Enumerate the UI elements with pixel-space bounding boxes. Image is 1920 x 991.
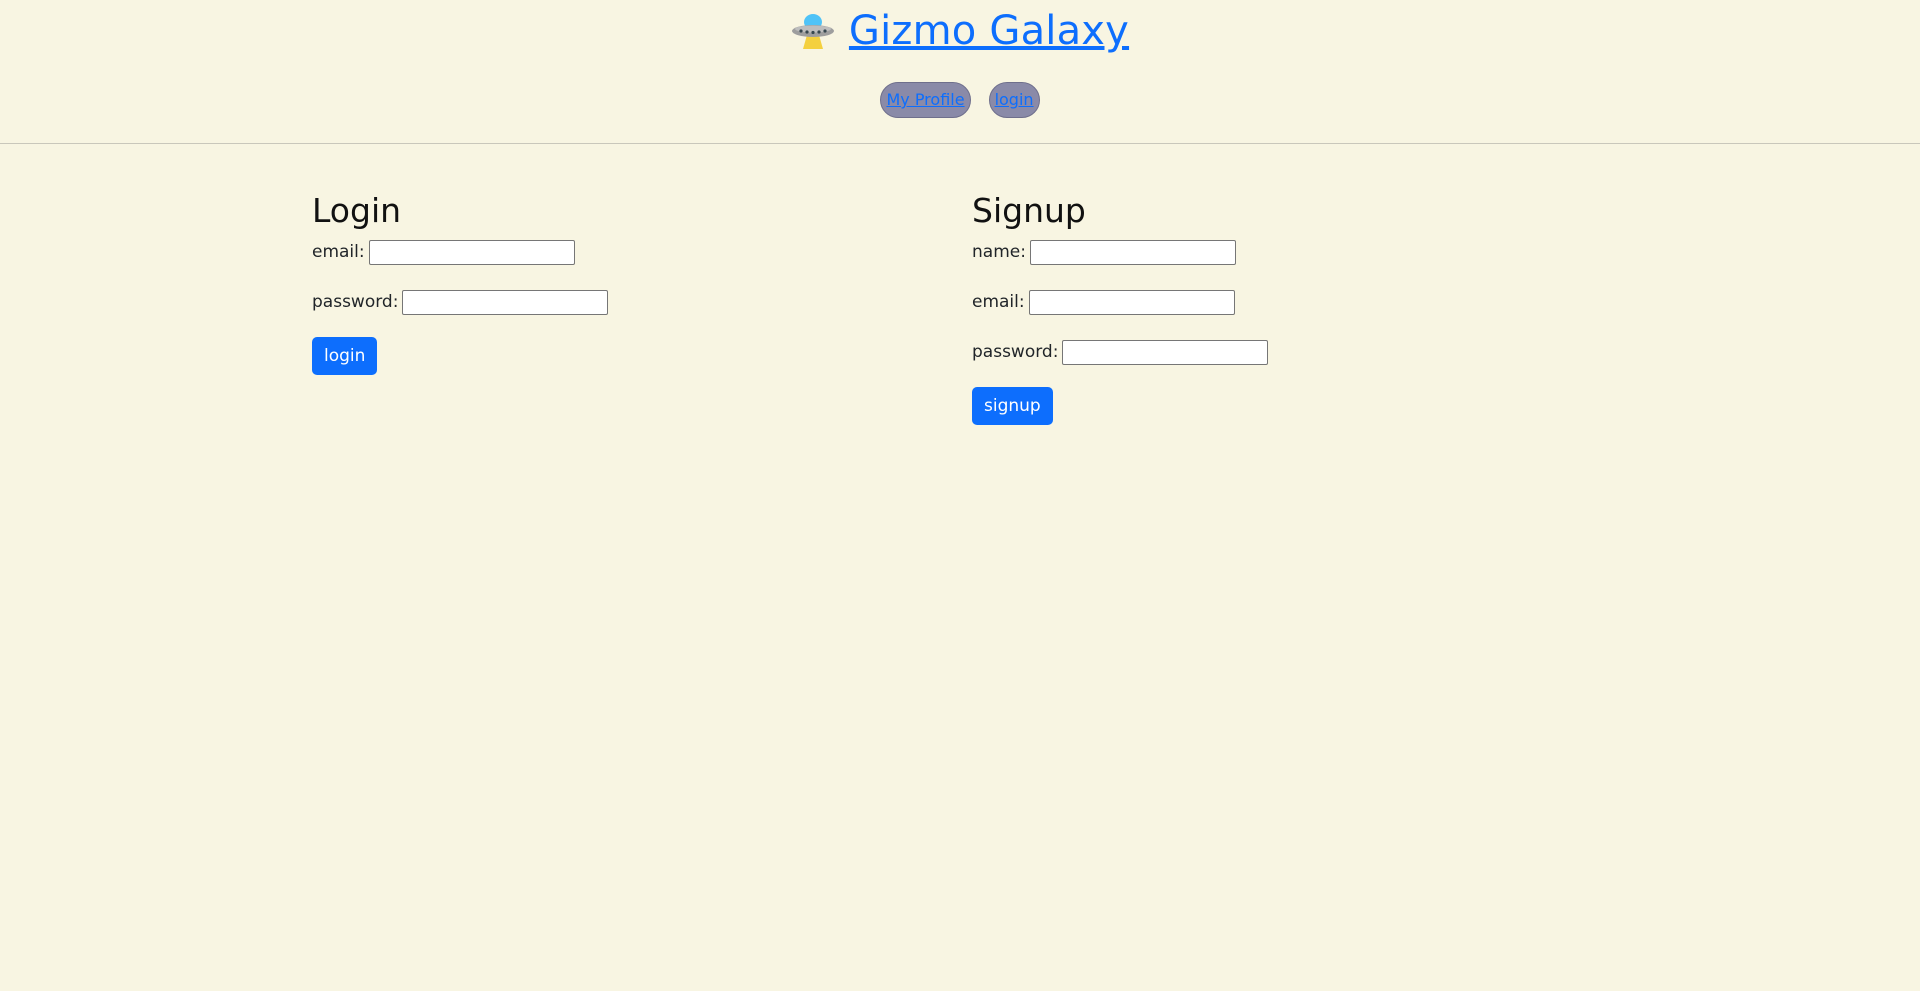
login-password-label: password: xyxy=(312,292,399,312)
flying-saucer-icon xyxy=(791,7,835,51)
login-panel: Login email: password: login xyxy=(312,191,609,375)
signup-password-row: password: xyxy=(972,337,1269,367)
signup-name-label: name: xyxy=(972,242,1026,262)
signup-email-row: email: xyxy=(972,287,1268,317)
signup-panel: Signup name: email: password: signup xyxy=(972,191,1269,425)
login-button[interactable]: login xyxy=(312,337,378,375)
login-email-field[interactable] xyxy=(368,239,575,265)
site-header: Gizmo Galaxy My Profile login xyxy=(0,0,1920,144)
signup-name-row: name: xyxy=(972,237,1268,267)
brand: Gizmo Galaxy xyxy=(0,8,1920,54)
login-email-row: email: xyxy=(312,237,608,267)
signup-password-field[interactable] xyxy=(1062,339,1269,365)
signup-email-label: email: xyxy=(972,292,1025,312)
signup-password-label: password: xyxy=(972,342,1059,362)
login-password-field[interactable] xyxy=(402,289,609,315)
nav-login[interactable]: login xyxy=(988,82,1040,118)
login-email-label: email: xyxy=(312,242,365,262)
login-password-row: password: xyxy=(312,287,609,317)
site-title-link[interactable]: Gizmo Galaxy xyxy=(849,8,1129,54)
main-nav: My Profile login xyxy=(0,82,1920,118)
signup-email-field[interactable] xyxy=(1028,289,1235,315)
nav-my-profile[interactable]: My Profile xyxy=(880,82,971,118)
signup-heading: Signup xyxy=(972,191,1086,230)
signup-button[interactable]: signup xyxy=(972,387,1053,425)
login-heading: Login xyxy=(312,191,402,230)
signup-name-field[interactable] xyxy=(1029,239,1236,265)
